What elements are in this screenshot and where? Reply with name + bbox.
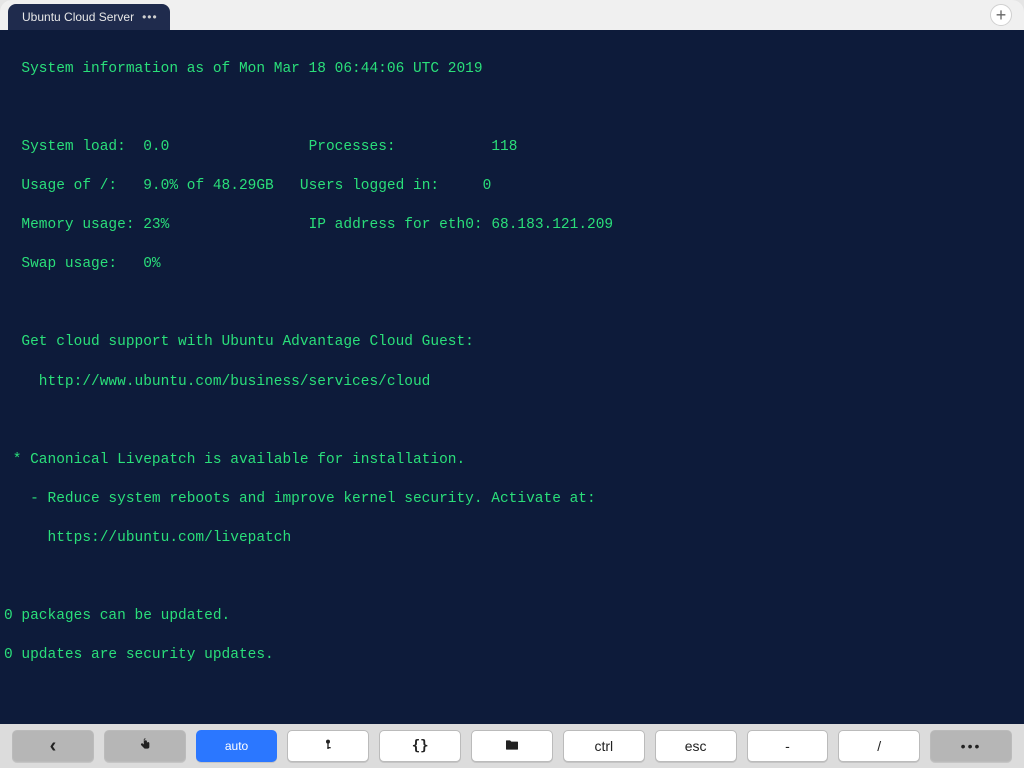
chevron-left-icon: ‹ <box>50 735 57 758</box>
folder-icon <box>504 737 520 756</box>
blank-line <box>4 568 1020 588</box>
key-label: / <box>877 738 881 754</box>
updates-text: 0 updates are security updates. <box>4 646 1020 666</box>
autocomplete-key[interactable]: auto <box>196 730 278 762</box>
back-key[interactable]: ‹ <box>12 730 94 762</box>
key-icon <box>320 737 336 756</box>
sysinfo-row: System load: 0.0 Processes: 118 <box>4 138 1020 158</box>
blank-line <box>4 99 1020 119</box>
keyboard-toolbar: ‹ auto {} ctrl esc - / ••• <box>0 724 1024 768</box>
folder-key[interactable] <box>471 730 553 762</box>
slash-key[interactable]: / <box>838 730 920 762</box>
tab-bar: Ubuntu Cloud Server ••• + <box>0 0 1024 30</box>
more-key[interactable]: ••• <box>930 730 1012 762</box>
key-label: auto <box>225 739 248 753</box>
livepatch-text: * Canonical Livepatch is available for i… <box>4 451 1020 471</box>
livepatch-text: - Reduce system reboots and improve kern… <box>4 490 1020 510</box>
key-label: ctrl <box>594 738 613 754</box>
sysinfo-header: System information as of Mon Mar 18 06:4… <box>4 60 1020 80</box>
cloud-support-url: http://www.ubuntu.com/business/services/… <box>4 373 1020 393</box>
more-icon: ••• <box>961 738 982 754</box>
plus-icon: + <box>996 5 1007 26</box>
tab-ubuntu-cloud-server[interactable]: Ubuntu Cloud Server ••• <box>8 4 170 30</box>
updates-text: 0 packages can be updated. <box>4 607 1020 627</box>
sysinfo-row: Usage of /: 9.0% of 48.29GB Users logged… <box>4 177 1020 197</box>
dash-key[interactable]: - <box>747 730 829 762</box>
cloud-support-text: Get cloud support with Ubuntu Advantage … <box>4 333 1020 353</box>
key-key[interactable] <box>287 730 369 762</box>
pointer-key[interactable] <box>104 730 186 762</box>
braces-key[interactable]: {} <box>379 730 461 762</box>
key-label: - <box>785 738 790 754</box>
tab-menu-icon[interactable]: ••• <box>142 11 158 23</box>
terminal-viewport[interactable]: System information as of Mon Mar 18 06:4… <box>0 30 1024 724</box>
tab-title: Ubuntu Cloud Server <box>22 10 134 24</box>
sysinfo-row: Swap usage: 0% <box>4 255 1020 275</box>
blank-line <box>4 412 1020 432</box>
blank-line <box>4 686 1020 706</box>
ctrl-key[interactable]: ctrl <box>563 730 645 762</box>
add-tab-button[interactable]: + <box>990 4 1012 26</box>
sysinfo-row: Memory usage: 23% IP address for eth0: 6… <box>4 216 1020 236</box>
pointer-icon <box>137 737 153 756</box>
braces-icon: {} <box>412 738 429 754</box>
blank-line <box>4 294 1020 314</box>
livepatch-url: https://ubuntu.com/livepatch <box>4 529 1020 549</box>
esc-key[interactable]: esc <box>655 730 737 762</box>
key-label: esc <box>685 738 707 754</box>
